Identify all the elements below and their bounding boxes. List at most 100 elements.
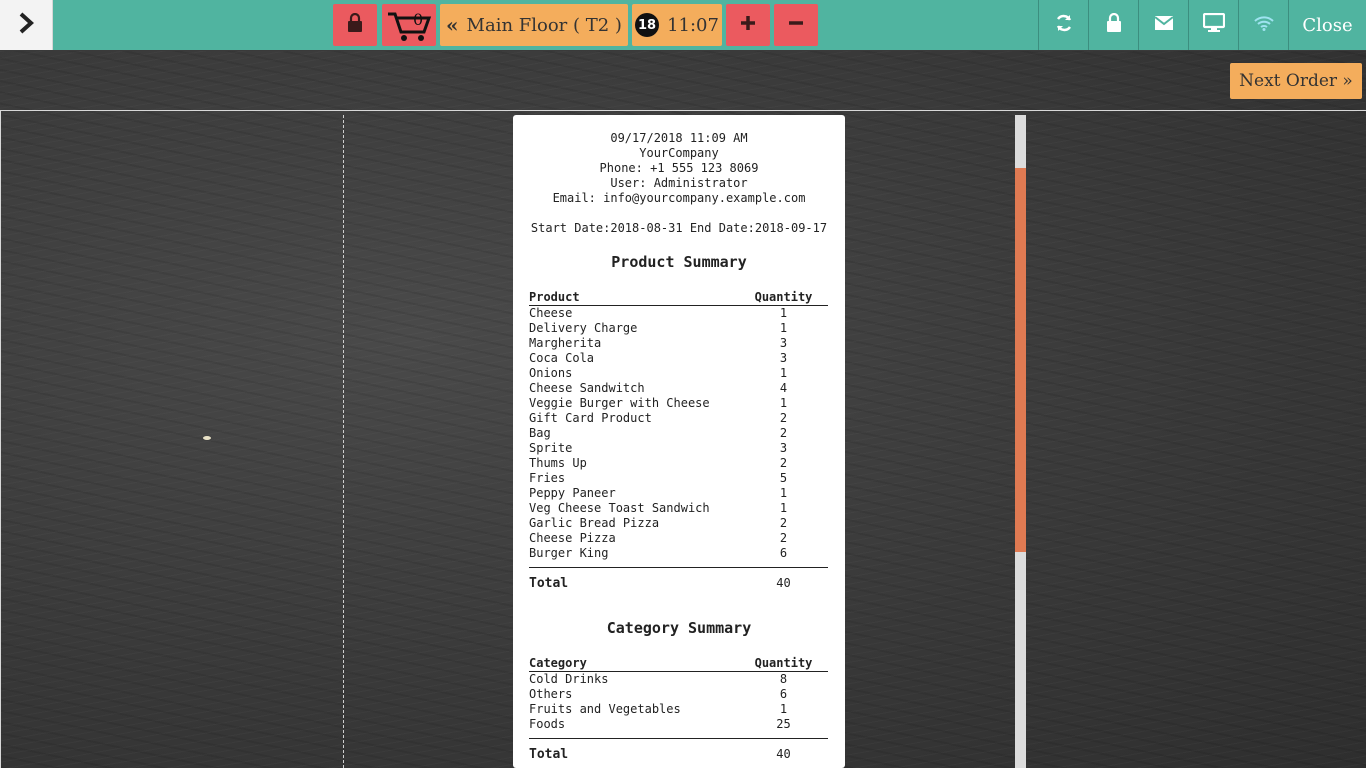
row-name: Cheese Sandwitch: [529, 381, 645, 395]
table-row: Burger King 6: [529, 546, 828, 561]
table-row: Sprite 3: [529, 441, 828, 456]
receipt-user: User: Administrator: [610, 176, 748, 190]
chevron-right-icon: [18, 12, 34, 38]
add-order-button[interactable]: [726, 4, 770, 46]
table-row: Gift Card Product 2: [529, 411, 828, 426]
table-row: Peppy Paneer 1: [529, 486, 828, 501]
floor-label: Main Floor ( T2 ): [466, 14, 622, 36]
orders-count-badge: 18: [635, 13, 660, 37]
row-name: Bag: [529, 426, 551, 440]
receipt-date-range: Start Date:2018-08-31 End Date:2018-09-1…: [530, 221, 828, 235]
lock-icon: [347, 12, 363, 37]
row-name: Foods: [529, 717, 566, 731]
row-quantity: 2: [779, 456, 788, 470]
receipt-email: Email: info@yourcompany.example.com: [552, 191, 806, 205]
receipt-header: 09/17/2018 11:09 AM YourCompany Phone: +…: [529, 131, 829, 206]
lock-screen-button[interactable]: [1088, 0, 1138, 50]
table-row: Cheese Sandwitch 4: [529, 381, 828, 396]
orders-button[interactable]: 18 11:07: [632, 4, 722, 46]
table-row: Thums Up 2: [529, 456, 828, 471]
row-name: Others: [529, 687, 573, 701]
table-row: Onions 1: [529, 366, 828, 381]
mail-button[interactable]: [1138, 0, 1188, 50]
row-quantity: 2: [779, 426, 788, 440]
quantity-column-header: Quantity: [739, 656, 828, 672]
table-row: Foods 25: [529, 717, 828, 732]
sales-report-receipt: 09/17/2018 11:09 AM YourCompany Phone: +…: [513, 115, 845, 768]
sync-button[interactable]: [1038, 0, 1088, 50]
cart-count: 0: [413, 10, 424, 29]
cart-button[interactable]: 0: [382, 4, 436, 46]
lock-order-button[interactable]: [333, 4, 377, 46]
table-row: Cold Drinks 8: [529, 672, 828, 688]
floor-table-button[interactable]: « Main Floor ( T2 ): [440, 4, 628, 46]
category-total-label: Total: [529, 747, 569, 762]
row-quantity: 2: [779, 411, 788, 425]
refresh-icon: [1054, 13, 1074, 37]
remove-order-button[interactable]: [774, 4, 818, 46]
row-name: Veggie Burger with Cheese: [529, 396, 710, 410]
table-row: Cheese Pizza 2: [529, 531, 828, 546]
receipt-guide-left: [343, 115, 344, 768]
row-quantity: 1: [779, 321, 788, 335]
product-total-label: Total: [529, 576, 569, 591]
lock-icon: [1106, 12, 1122, 37]
row-quantity: 3: [779, 441, 788, 455]
sidebar-toggle-button[interactable]: [0, 0, 53, 50]
customer-display-button[interactable]: [1188, 0, 1238, 50]
row-name: Cheese: [529, 306, 573, 320]
table-row: Margherita 3: [529, 336, 828, 351]
table-row: Fruits and Vegetables 1: [529, 702, 828, 717]
table-row: Others 6: [529, 687, 828, 702]
row-quantity: 6: [779, 687, 788, 701]
row-name: Coca Cola: [529, 351, 595, 365]
product-summary-table: Product Quantity Cheese 1 Delivery Charge 1…: [529, 290, 828, 561]
category-summary-title: Category Summary: [606, 619, 752, 637]
row-name: Margherita: [529, 336, 602, 350]
table-row: Bag 2: [529, 426, 828, 441]
table-row: Garlic Bread Pizza 2: [529, 516, 828, 531]
next-order-label: Next Order »: [1239, 71, 1353, 91]
category-total-value: 40: [776, 747, 791, 761]
scrollbar-thumb[interactable]: [1015, 168, 1026, 552]
table-row: Veggie Burger with Cheese 1: [529, 396, 828, 411]
row-quantity: 2: [779, 516, 788, 530]
envelope-icon: [1153, 15, 1174, 35]
row-quantity: 1: [779, 486, 788, 500]
quantity-column-header: Quantity: [739, 290, 828, 306]
row-name: Garlic Bread Pizza: [529, 516, 660, 530]
wifi-icon: [1253, 15, 1275, 35]
row-quantity: 3: [779, 351, 788, 365]
pos-topbar: 0 « Main Floor ( T2 ) 18 11:07 Close: [0, 0, 1366, 50]
connection-status-button[interactable]: [1238, 0, 1288, 50]
receipt-phone: Phone: +1 555 123 8069: [599, 161, 759, 175]
row-quantity: 1: [779, 702, 788, 716]
row-quantity: 2: [779, 531, 788, 545]
divider-line-left: [0, 111, 1, 768]
next-order-button[interactable]: Next Order »: [1230, 63, 1362, 99]
category-column-header: Category: [529, 656, 739, 672]
chalk-speck: [203, 436, 211, 440]
topbar-right-icons: Close: [1038, 0, 1366, 50]
row-quantity: 1: [779, 306, 788, 320]
row-name: Veg Cheese Toast Sandwich: [529, 501, 710, 515]
product-total-row: Total 40: [529, 567, 828, 591]
category-summary-table: Category Quantity Cold Drinks 8 Others 6 Fru…: [529, 656, 828, 732]
row-quantity: 3: [779, 336, 788, 350]
row-name: Delivery Charge: [529, 321, 638, 335]
table-row: Veg Cheese Toast Sandwich 1: [529, 501, 828, 516]
table-row: Cheese 1: [529, 306, 828, 322]
row-quantity: 5: [779, 471, 788, 485]
row-quantity: 8: [779, 672, 788, 686]
category-total-row: Total 40: [529, 738, 828, 762]
row-quantity: 1: [779, 366, 788, 380]
table-row: Delivery Charge 1: [529, 321, 828, 336]
row-name: Onions: [529, 366, 573, 380]
row-name: Thums Up: [529, 456, 587, 470]
product-column-header: Product: [529, 290, 739, 306]
row-quantity: 4: [779, 381, 788, 395]
row-name: Cheese Pizza: [529, 531, 616, 545]
close-button[interactable]: Close: [1288, 0, 1366, 50]
table-row: Fries 5: [529, 471, 828, 486]
plus-icon: [740, 15, 756, 35]
